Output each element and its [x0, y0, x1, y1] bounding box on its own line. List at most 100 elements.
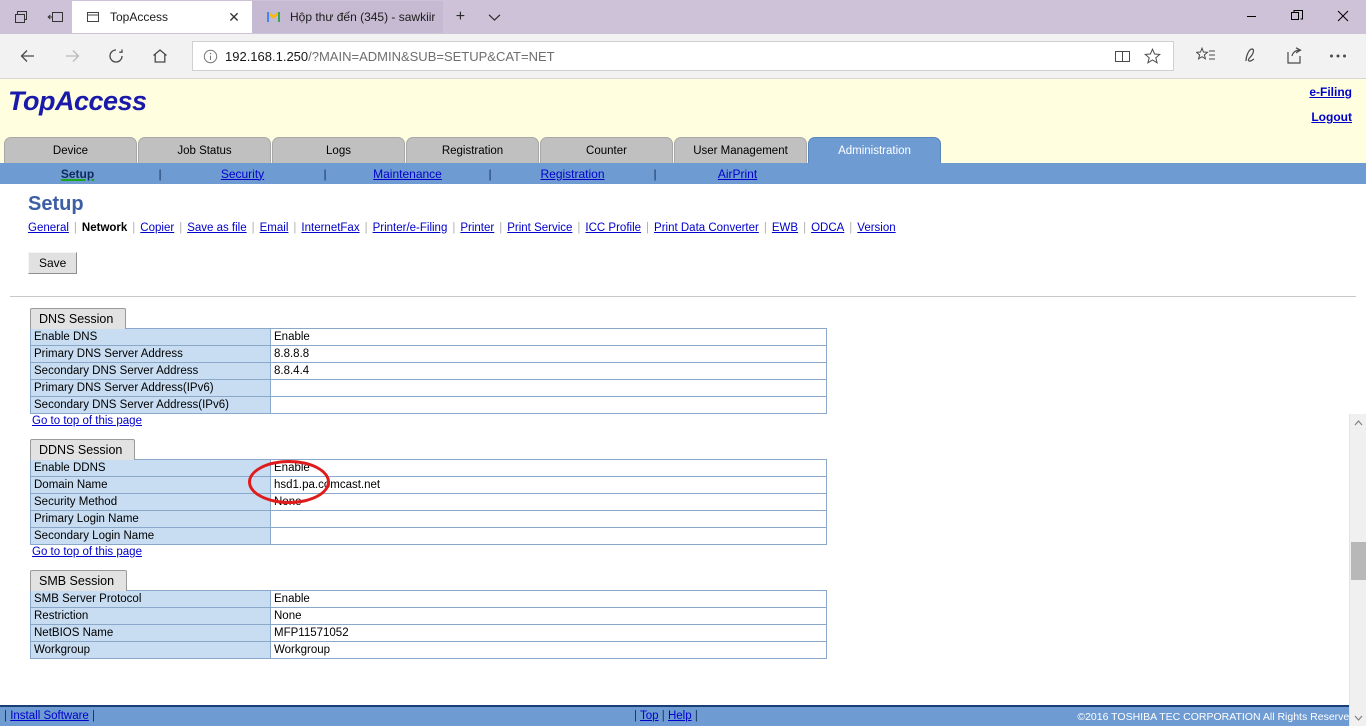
row-value: None — [270, 493, 827, 511]
catnav-printer[interactable]: Printer — [460, 222, 494, 234]
catnav-separator: | — [577, 222, 581, 234]
table-row: NetBIOS Name MFP11571052 — [30, 624, 827, 642]
status-sep: | — [694, 710, 698, 722]
star-icon[interactable] — [1137, 42, 1167, 70]
more-settings-icon[interactable] — [1316, 38, 1360, 74]
subnav-separator: | — [653, 166, 657, 181]
vertical-scrollbar[interactable] — [1349, 414, 1366, 726]
row-label: Primary DNS Server Address — [30, 345, 271, 363]
catnav-print-service[interactable]: Print Service — [507, 222, 572, 234]
scrollbar-thumb[interactable] — [1351, 542, 1366, 580]
table-row: Secondary DNS Server Address(IPv6) — [30, 396, 827, 414]
catnav-internetfax[interactable]: InternetFax — [301, 222, 359, 234]
subnav-security-label[interactable]: Security — [221, 167, 264, 181]
catnav-general[interactable]: General — [28, 222, 69, 234]
topaccess-logo: TopAccess — [8, 86, 147, 116]
row-label: Domain Name — [30, 476, 271, 494]
set-tabs-aside-icon[interactable] — [38, 2, 72, 32]
catnav-print-data-converter[interactable]: Print Data Converter — [654, 222, 759, 234]
hub-favorites-icon[interactable] — [1184, 38, 1228, 74]
browser-tab-gmail[interactable]: Hộp thư đến (345) - sawkiir — [252, 1, 444, 33]
share-icon[interactable] — [1272, 38, 1316, 74]
table-row: Primary DNS Server Address 8.8.8.8 — [30, 345, 827, 363]
tab-registration[interactable]: Registration — [406, 137, 539, 163]
catnav-version[interactable]: Version — [857, 222, 895, 234]
address-bar-icons — [1107, 42, 1167, 70]
app-header: TopAccess e-Filing Logout — [0, 79, 1366, 137]
restore-button[interactable] — [1274, 0, 1320, 32]
tab-logs[interactable]: Logs — [272, 137, 405, 163]
new-tab-button[interactable]: + — [443, 1, 477, 33]
subnav-airprint[interactable]: AirPrint — [660, 167, 815, 181]
tab-user-management[interactable]: User Management — [674, 137, 807, 163]
catnav-copier[interactable]: Copier — [140, 222, 174, 234]
browser-tab-title: TopAccess — [110, 10, 169, 24]
subnav-maintenance[interactable]: Maintenance — [330, 167, 485, 181]
book-icon[interactable] — [1107, 42, 1137, 70]
web-note-icon[interactable] — [1228, 38, 1272, 74]
subnav-airprint-label[interactable]: AirPrint — [718, 167, 757, 181]
back-arrow-icon[interactable] — [6, 38, 50, 74]
forward-arrow-icon[interactable] — [50, 38, 94, 74]
tab-administration[interactable]: Administration — [808, 137, 941, 163]
tab-preview-icon[interactable] — [4, 2, 38, 32]
url-text[interactable]: 192.168.1.250/?MAIN=ADMIN&SUB=SETUP&CAT=… — [221, 49, 1107, 64]
catnav-email[interactable]: Email — [260, 222, 289, 234]
web-page-content: TopAccess e-Filing Logout Device Job Sta… — [0, 79, 1366, 726]
top-link[interactable]: Top — [640, 710, 659, 722]
subnav-registration[interactable]: Registration — [495, 167, 650, 181]
efiling-link[interactable]: e-Filing — [1309, 85, 1352, 99]
install-software-link[interactable]: Install Software — [10, 710, 89, 722]
subnav-setup[interactable]: Setup — [0, 167, 155, 181]
browser-tab-topaccess[interactable]: TopAccess ✕ — [72, 1, 252, 33]
subnav-registration-label[interactable]: Registration — [540, 167, 604, 181]
tab-device[interactable]: Device — [4, 137, 137, 163]
row-value — [270, 510, 827, 528]
tabstrip: TopAccess ✕ Hộp thư đến (345) - sawkiir … — [0, 0, 515, 34]
home-icon[interactable] — [138, 38, 182, 74]
url-path: /?MAIN=ADMIN&SUB=SETUP&CAT=NET — [308, 48, 555, 64]
subnav-maintenance-label[interactable]: Maintenance — [373, 167, 442, 181]
info-icon[interactable] — [199, 49, 221, 64]
minimize-button[interactable] — [1228, 0, 1274, 32]
catnav-separator: | — [803, 222, 807, 234]
tab-job-status[interactable]: Job Status — [138, 137, 271, 163]
status-sep: | — [4, 710, 7, 722]
table-row: Enable DNS Enable — [30, 328, 827, 346]
dns-session-table: Enable DNS Enable Primary DNS Server Add… — [30, 328, 827, 414]
browser-toolbar: 192.168.1.250/?MAIN=ADMIN&SUB=SETUP&CAT=… — [0, 34, 1366, 79]
address-bar[interactable]: 192.168.1.250/?MAIN=ADMIN&SUB=SETUP&CAT=… — [192, 41, 1174, 71]
scroll-up-arrow-icon[interactable] — [1350, 414, 1366, 431]
subnav-separator: | — [323, 166, 327, 181]
catnav-save-as-file[interactable]: Save as file — [187, 222, 246, 234]
page-status-bar: | Install Software | | Top | Help | ©201… — [0, 705, 1366, 726]
catnav-separator: | — [849, 222, 853, 234]
logout-link[interactable]: Logout — [1309, 110, 1352, 124]
close-button[interactable] — [1320, 0, 1366, 32]
catnav-icc-profile[interactable]: ICC Profile — [585, 222, 641, 234]
gmail-icon — [264, 8, 282, 26]
chevron-down-icon[interactable] — [477, 1, 511, 33]
table-row: Secondary DNS Server Address 8.8.4.4 — [30, 362, 827, 380]
go-to-top-link[interactable]: Go to top of this page — [32, 415, 142, 427]
subnav-security[interactable]: Security — [165, 167, 320, 181]
catnav-printer-efiling[interactable]: Printer/e-Filing — [373, 222, 448, 234]
catnav-network: Network — [81, 222, 128, 234]
browser-window: TopAccess ✕ Hộp thư đến (345) - sawkiir … — [0, 0, 1366, 726]
catnav-odca[interactable]: ODCA — [811, 222, 844, 234]
go-to-top-link[interactable]: Go to top of this page — [32, 546, 142, 558]
copyright-text: ©2016 TOSHIBA TEC CORPORATION All Rights… — [1077, 711, 1358, 723]
scroll-down-arrow-icon[interactable] — [1350, 709, 1366, 726]
tab-counter[interactable]: Counter — [540, 137, 673, 163]
save-button[interactable]: Save — [28, 252, 78, 274]
catnav-ewb[interactable]: EWB — [772, 222, 798, 234]
row-label: Secondary DNS Server Address(IPv6) — [30, 396, 271, 414]
row-label: Secondary Login Name — [30, 527, 271, 545]
subnav-setup-label[interactable]: Setup — [61, 167, 94, 181]
help-link[interactable]: Help — [668, 710, 692, 722]
catnav-separator: | — [179, 222, 183, 234]
browser-titlebar: TopAccess ✕ Hộp thư đến (345) - sawkiir … — [0, 0, 1366, 34]
refresh-icon[interactable] — [94, 38, 138, 74]
subnav-separator: | — [158, 166, 162, 181]
close-icon[interactable]: ✕ — [224, 7, 244, 27]
